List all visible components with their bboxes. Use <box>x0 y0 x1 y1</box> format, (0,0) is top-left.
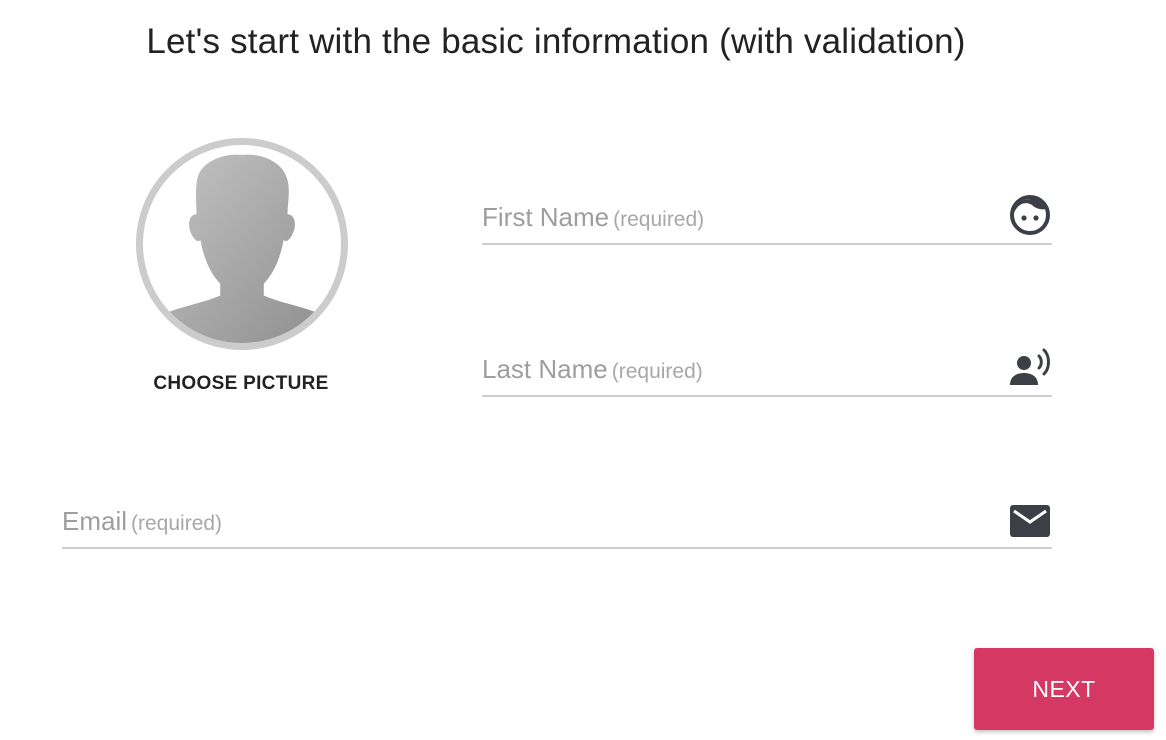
avatar[interactable] <box>136 138 348 350</box>
page-title: Let's start with the basic information (… <box>146 22 966 61</box>
next-button[interactable]: NEXT <box>974 648 1154 730</box>
first-name-input[interactable] <box>482 199 1002 241</box>
choose-picture-button[interactable]: CHOOSE PICTURE <box>120 373 362 395</box>
email-input[interactable] <box>62 503 1002 545</box>
email-field: Email (required) <box>62 493 1052 549</box>
person-silhouette-icon <box>160 154 324 343</box>
email-underline <box>62 547 1052 549</box>
first-name-underline <box>482 243 1052 245</box>
record-voice-icon <box>1008 345 1052 389</box>
last-name-input[interactable] <box>482 351 1002 393</box>
last-name-underline <box>482 395 1052 397</box>
first-name-field: First Name (required) <box>482 189 1052 245</box>
face-icon <box>1008 193 1052 237</box>
mail-icon <box>1008 497 1052 541</box>
last-name-field: Last Name (required) <box>482 341 1052 397</box>
